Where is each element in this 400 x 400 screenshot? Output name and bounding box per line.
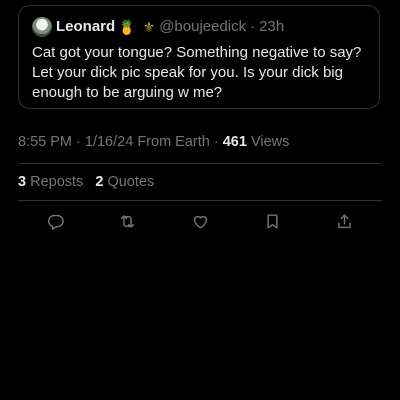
quoted-tweet-card[interactable]: Leonard 🍍 ⚜ @boujeedick · 23h Cat got yo… [18,5,380,109]
share-button[interactable] [330,207,358,235]
views-label: Views [251,134,289,150]
reposts-label: Reposts [30,174,84,190]
quoted-time-ago[interactable]: 23h [259,17,284,37]
meta-separator-2: · [213,134,223,150]
reposts-stat[interactable]: 3 Reposts [18,174,83,190]
reply-icon [47,214,64,230]
divider-top [18,163,382,164]
quotes-stat[interactable]: 2 Quotes [95,174,154,190]
tweet-source: From Earth [137,134,210,150]
avatar[interactable] [32,17,52,37]
reply-button[interactable] [41,207,69,235]
repost-icon [120,214,134,228]
fleur-de-lis-emoji: ⚜ [142,19,156,35]
action-bar [18,207,382,235]
like-button[interactable] [186,207,214,235]
divider-middle [18,200,382,201]
quoted-tweet-text: Cat got your tongue? Something negative … [32,44,362,101]
header-separator: · [250,18,256,35]
quoted-tweet-header: Leonard 🍍 ⚜ @boujeedick · 23h [32,17,284,37]
tweet-date[interactable]: 1/16/24 [85,134,133,150]
tweet-time[interactable]: 8:55 PM [18,134,72,150]
bookmark-button[interactable] [258,207,286,235]
bookmark-icon [266,213,278,229]
like-icon [193,215,207,229]
tweet-source-text: From Earth [137,134,210,150]
views-count: 461 [222,134,247,150]
tweet-detail: Leonard 🍍 ⚜ @boujeedick · 23h Cat got yo… [0,0,400,400]
reposts-count: 3 [18,174,27,190]
tweet-meta: 8:55 PM · 1/16/24 From Earth · 461 Views [18,133,289,151]
repost-button[interactable] [113,207,141,235]
share-icon [337,213,351,228]
pineapple-emoji: 🍍 [118,19,136,35]
engagement-stats: 3 Reposts 2 Quotes [18,173,162,191]
quoted-display-name[interactable]: Leonard [56,17,115,37]
quoted-handle[interactable]: @boujeedick [159,17,246,37]
quotes-label: Quotes [107,174,155,190]
meta-separator: · [76,134,85,150]
views-label-text: Views [250,134,290,150]
quotes-count: 2 [95,174,104,190]
